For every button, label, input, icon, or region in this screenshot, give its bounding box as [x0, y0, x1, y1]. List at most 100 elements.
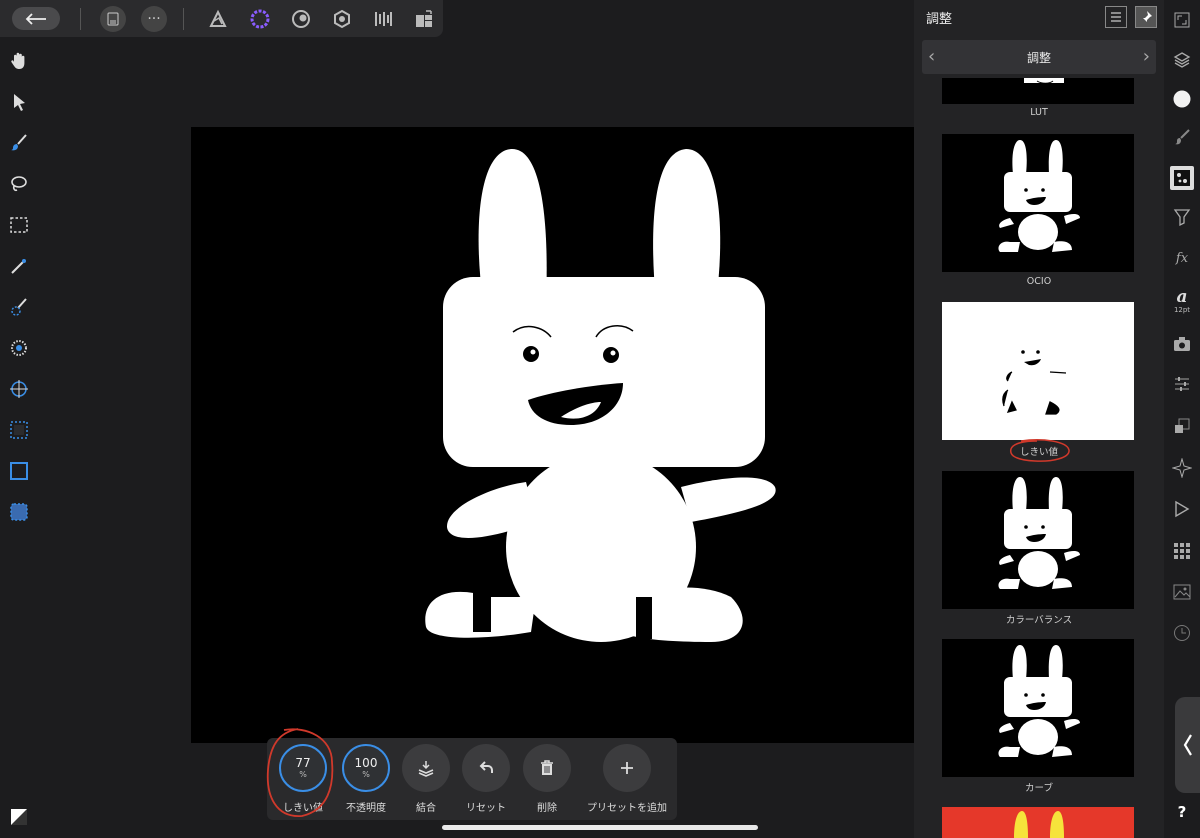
- document-button[interactable]: [100, 6, 126, 32]
- home-indicator[interactable]: [442, 825, 758, 830]
- thumbnail-label: LUT: [1030, 107, 1048, 118]
- refine-tool[interactable]: [7, 336, 31, 360]
- document-canvas[interactable]: [191, 127, 914, 743]
- grid-layout-icon: [416, 10, 432, 27]
- panel-header: 調整: [914, 0, 1164, 34]
- invert-selection-tool[interactable]: [7, 500, 31, 524]
- camera-studio-button[interactable]: [1170, 332, 1194, 356]
- opacity-label: 不透明度: [346, 803, 386, 814]
- paint-brush-icon: [11, 134, 27, 151]
- thumbnail-label: カラーバランス: [1005, 615, 1073, 626]
- thumbnail-lut[interactable]: [942, 78, 1134, 104]
- more-label: ···: [147, 11, 161, 27]
- color-studio-button[interactable]: [1170, 87, 1194, 111]
- move-tool[interactable]: [7, 90, 31, 114]
- plus-icon: [621, 762, 633, 774]
- adjustments-icon: [1174, 170, 1190, 186]
- lasso-tool[interactable]: [7, 172, 31, 196]
- opacity-control[interactable]: 100 % 不透明度: [336, 744, 396, 814]
- opacity-dial[interactable]: 100 %: [342, 744, 390, 792]
- color-circle-icon: [1173, 90, 1191, 108]
- magic-wand-icon: [11, 259, 26, 274]
- transform-studio-button[interactable]: [1170, 414, 1194, 438]
- list-view-button[interactable]: [1105, 6, 1127, 28]
- select-sampled-color-tool[interactable]: [7, 377, 31, 401]
- refine-selection-icon: [11, 340, 27, 356]
- annotation-circle: [266, 728, 334, 817]
- rectangular-marquee-tool[interactable]: [7, 213, 31, 237]
- affinity-photo-app: ··· 77 % しきい値 100 % 不透明度 結合 リセット 削除 プリセッ…: [0, 0, 1200, 838]
- view-tool[interactable]: [7, 49, 31, 73]
- adjustments-studio-button[interactable]: [1170, 166, 1194, 190]
- fullscreen-button[interactable]: [1170, 8, 1194, 32]
- export-persona-button[interactable]: [371, 7, 395, 31]
- fx-icon: fx: [1175, 250, 1189, 266]
- liquify-persona-button[interactable]: [248, 7, 272, 31]
- canvas-area[interactable]: [38, 37, 914, 838]
- invert-selection-icon: [10, 503, 28, 521]
- color-swatch-tool[interactable]: [7, 805, 31, 829]
- help-button[interactable]: ?: [1170, 800, 1194, 824]
- ocio-preview: [998, 140, 1080, 252]
- thumbnail-ocio[interactable]: [942, 134, 1134, 272]
- paint-brush-tool[interactable]: [7, 131, 31, 155]
- grid-swatches-icon: [1174, 543, 1190, 559]
- thumbnail-curves[interactable]: [942, 639, 1134, 777]
- layers-studio-button[interactable]: [1170, 48, 1194, 72]
- transform-squares-icon: [1175, 418, 1190, 433]
- tone-mapping-persona-icon: [334, 9, 350, 29]
- brushes-studio-button[interactable]: [1170, 125, 1194, 149]
- thumbnail-label: OCIO: [1026, 276, 1052, 287]
- next-preview: [1014, 811, 1064, 838]
- category-selector[interactable]: ‹ 調整 ›: [922, 40, 1156, 74]
- chevron-right-icon[interactable]: ›: [1143, 46, 1150, 67]
- export-persona-icon: [375, 12, 392, 26]
- hand-icon: [11, 52, 25, 69]
- flood-select-tool[interactable]: [7, 254, 31, 278]
- play-icon: [1175, 500, 1190, 518]
- select-all-tool[interactable]: [7, 418, 31, 442]
- merge-label: 結合: [416, 803, 436, 814]
- macro-studio-button[interactable]: [1170, 497, 1194, 521]
- clock-icon: [1174, 625, 1190, 641]
- swatches-studio-button[interactable]: [1170, 539, 1194, 563]
- marquee-rectangle-icon: [10, 217, 28, 233]
- merge-button[interactable]: 結合: [396, 744, 456, 814]
- studio-collapse-tab[interactable]: [1175, 697, 1200, 793]
- color-swatch-icon: [11, 809, 27, 825]
- thumbnail-next[interactable]: [942, 807, 1134, 838]
- photo-persona-button[interactable]: [206, 7, 230, 31]
- stock-studio-button[interactable]: [1170, 580, 1194, 604]
- pin-button[interactable]: [1135, 6, 1157, 28]
- lasso-icon: [11, 176, 27, 192]
- filter-funnel-icon: [1173, 209, 1191, 226]
- compass-star-icon: [1172, 458, 1192, 478]
- top-toolbar: ···: [0, 0, 443, 37]
- tools-panel: [0, 37, 38, 838]
- more-button[interactable]: ···: [141, 6, 167, 32]
- reset-button[interactable]: リセット: [456, 744, 516, 814]
- grid-layout-button[interactable]: [412, 7, 436, 31]
- history-studio-button[interactable]: [1170, 621, 1194, 645]
- add-preset-label: プリセットを追加: [587, 803, 667, 814]
- thumbnail-color-balance[interactable]: [942, 471, 1134, 609]
- annotation-circle: [1009, 439, 1070, 462]
- delete-button[interactable]: 削除: [517, 744, 577, 814]
- text-styles-studio-button[interactable]: a 12pt: [1170, 286, 1194, 318]
- filters-studio-button[interactable]: [1170, 205, 1194, 229]
- delete-label: 削除: [537, 803, 557, 814]
- opacity-value: 100: [354, 756, 378, 770]
- sliders-studio-button[interactable]: [1170, 372, 1194, 396]
- navigator-studio-button[interactable]: [1170, 456, 1194, 480]
- effects-studio-button[interactable]: fx: [1170, 246, 1194, 270]
- reset-dial: [462, 744, 510, 792]
- arrow-pointer-icon: [14, 94, 25, 111]
- add-preset-button[interactable]: プリセットを追加: [582, 744, 672, 814]
- merge-icon: [418, 761, 434, 777]
- develop-persona-button[interactable]: [289, 7, 313, 31]
- back-button[interactable]: [12, 7, 60, 30]
- tone-mapping-persona-button[interactable]: [330, 7, 354, 31]
- thumbnail-threshold[interactable]: [942, 302, 1134, 440]
- selection-brush-tool[interactable]: [7, 295, 31, 319]
- deselect-tool[interactable]: [7, 459, 31, 483]
